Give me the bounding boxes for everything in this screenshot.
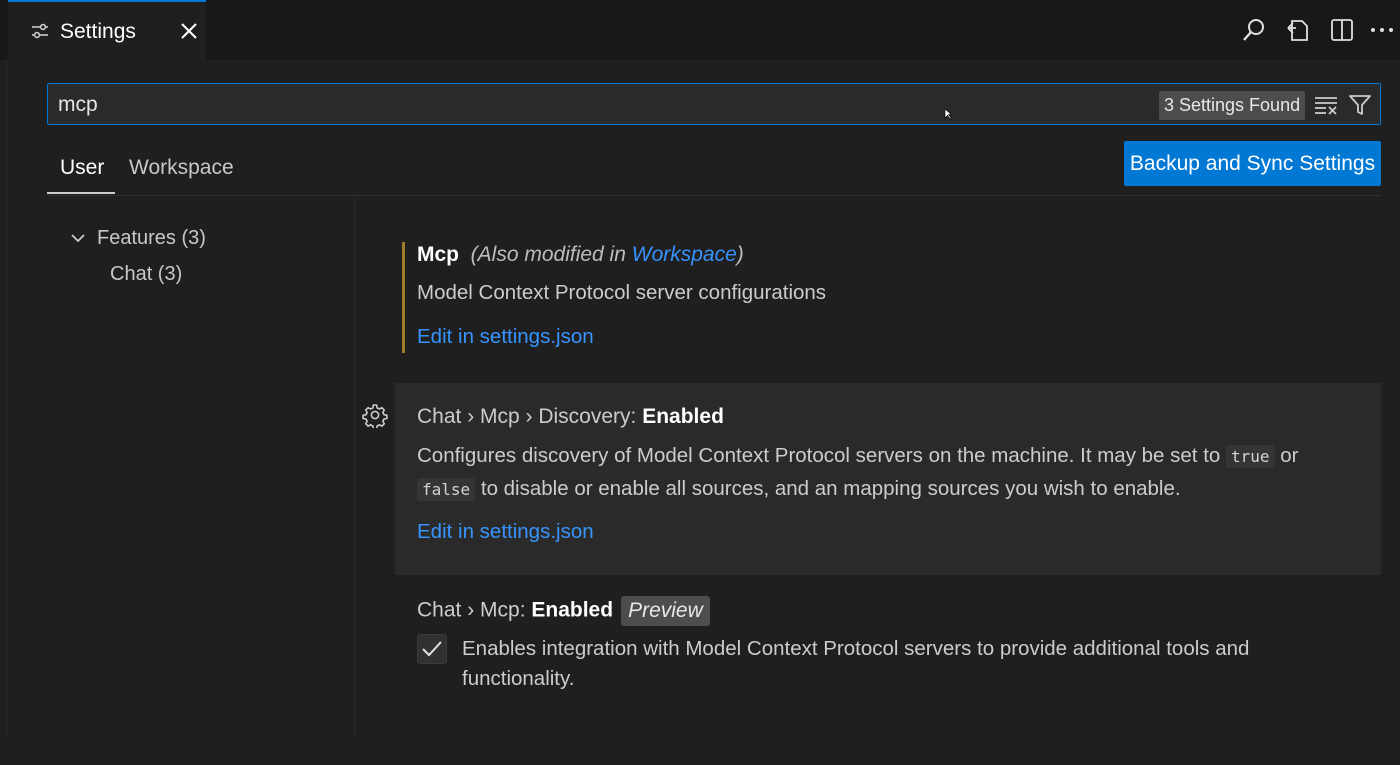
chevron-down-icon[interactable]	[69, 229, 87, 247]
setting-description: Enables integration with Model Context P…	[462, 637, 1250, 690]
setting-description: Model Context Protocol server configurat…	[417, 281, 827, 304]
search-input[interactable]: mcp	[58, 93, 98, 117]
tab-workspace[interactable]: Workspace	[129, 156, 234, 180]
toc-divider	[354, 196, 355, 736]
split-editor-icon[interactable]	[1328, 16, 1356, 44]
setting-title: Chat › Mcp: Enabled Preview	[417, 596, 710, 626]
more-actions-icon[interactable]	[1368, 16, 1396, 44]
enabled-checkbox[interactable]	[417, 634, 447, 664]
toc-item-chat[interactable]: Chat (3)	[110, 263, 182, 286]
setting-chat-mcp-discovery[interactable]: Chat › Mcp › Discovery: Enabled Configur…	[395, 383, 1381, 575]
setting-name: Enabled	[531, 598, 614, 622]
setting-category: Chat › Mcp:	[417, 598, 532, 622]
setting-description: Configures discovery of Model Context Pr…	[417, 440, 1357, 506]
tab-user[interactable]: User	[60, 156, 104, 180]
search-icon[interactable]	[1240, 16, 1268, 44]
setting-category: Chat › Mcp › Discovery:	[417, 405, 643, 428]
gear-icon[interactable]	[362, 402, 388, 428]
header-divider	[47, 195, 1381, 196]
mouse-cursor-icon	[944, 108, 952, 120]
filter-icon[interactable]	[1347, 92, 1373, 118]
code-false: false	[417, 478, 476, 501]
desc-part-1: Configures discovery of Model Context Pr…	[417, 444, 1226, 467]
setting-chat-mcp-enabled: Chat › Mcp: Enabled Preview Enables integ…	[395, 590, 1381, 710]
setting-title: Mcp (Also modified in Workspace)	[417, 243, 744, 267]
setting-name: Enabled	[642, 405, 724, 428]
workspace-link[interactable]: Workspace	[632, 243, 737, 266]
editor-tab-bar: Settings	[0, 0, 1400, 60]
open-settings-json-icon[interactable]	[1284, 16, 1312, 44]
editor-left-edge	[6, 60, 7, 735]
modified-suffix: )	[736, 243, 744, 266]
desc-part-2: or	[1274, 444, 1299, 467]
modified-note: (Also modified in Workspace)	[471, 243, 744, 266]
close-icon[interactable]	[176, 18, 202, 44]
settings-sliders-icon	[32, 23, 48, 39]
setting-mcp: Mcp (Also modified in Workspace) Model C…	[395, 230, 1381, 360]
modified-prefix: (Also modified in	[470, 243, 632, 266]
check-icon	[422, 641, 442, 657]
code-true: true	[1226, 445, 1275, 468]
settings-search-box[interactable]: mcp 3 Settings Found	[47, 83, 1381, 125]
active-tab-indicator	[47, 192, 115, 194]
results-count-badge: 3 Settings Found	[1159, 91, 1306, 120]
tab-settings[interactable]: Settings	[8, 0, 206, 60]
tab-label: Settings	[60, 20, 136, 43]
edit-in-settings-json-link[interactable]: Edit in settings.json	[417, 325, 594, 349]
backup-sync-button[interactable]: Backup and Sync Settings	[1124, 141, 1381, 186]
clear-search-icon[interactable]	[1313, 93, 1339, 117]
setting-name: Mcp	[417, 243, 459, 266]
edit-in-settings-json-link[interactable]: Edit in settings.json	[417, 520, 594, 544]
preview-badge: Preview	[621, 596, 710, 626]
modified-indicator	[402, 242, 405, 353]
desc-part-3: to disable or enable all sources, and an…	[475, 477, 1181, 500]
toc-item-features[interactable]: Features (3)	[97, 227, 206, 250]
setting-title: Chat › Mcp › Discovery: Enabled	[417, 405, 724, 429]
